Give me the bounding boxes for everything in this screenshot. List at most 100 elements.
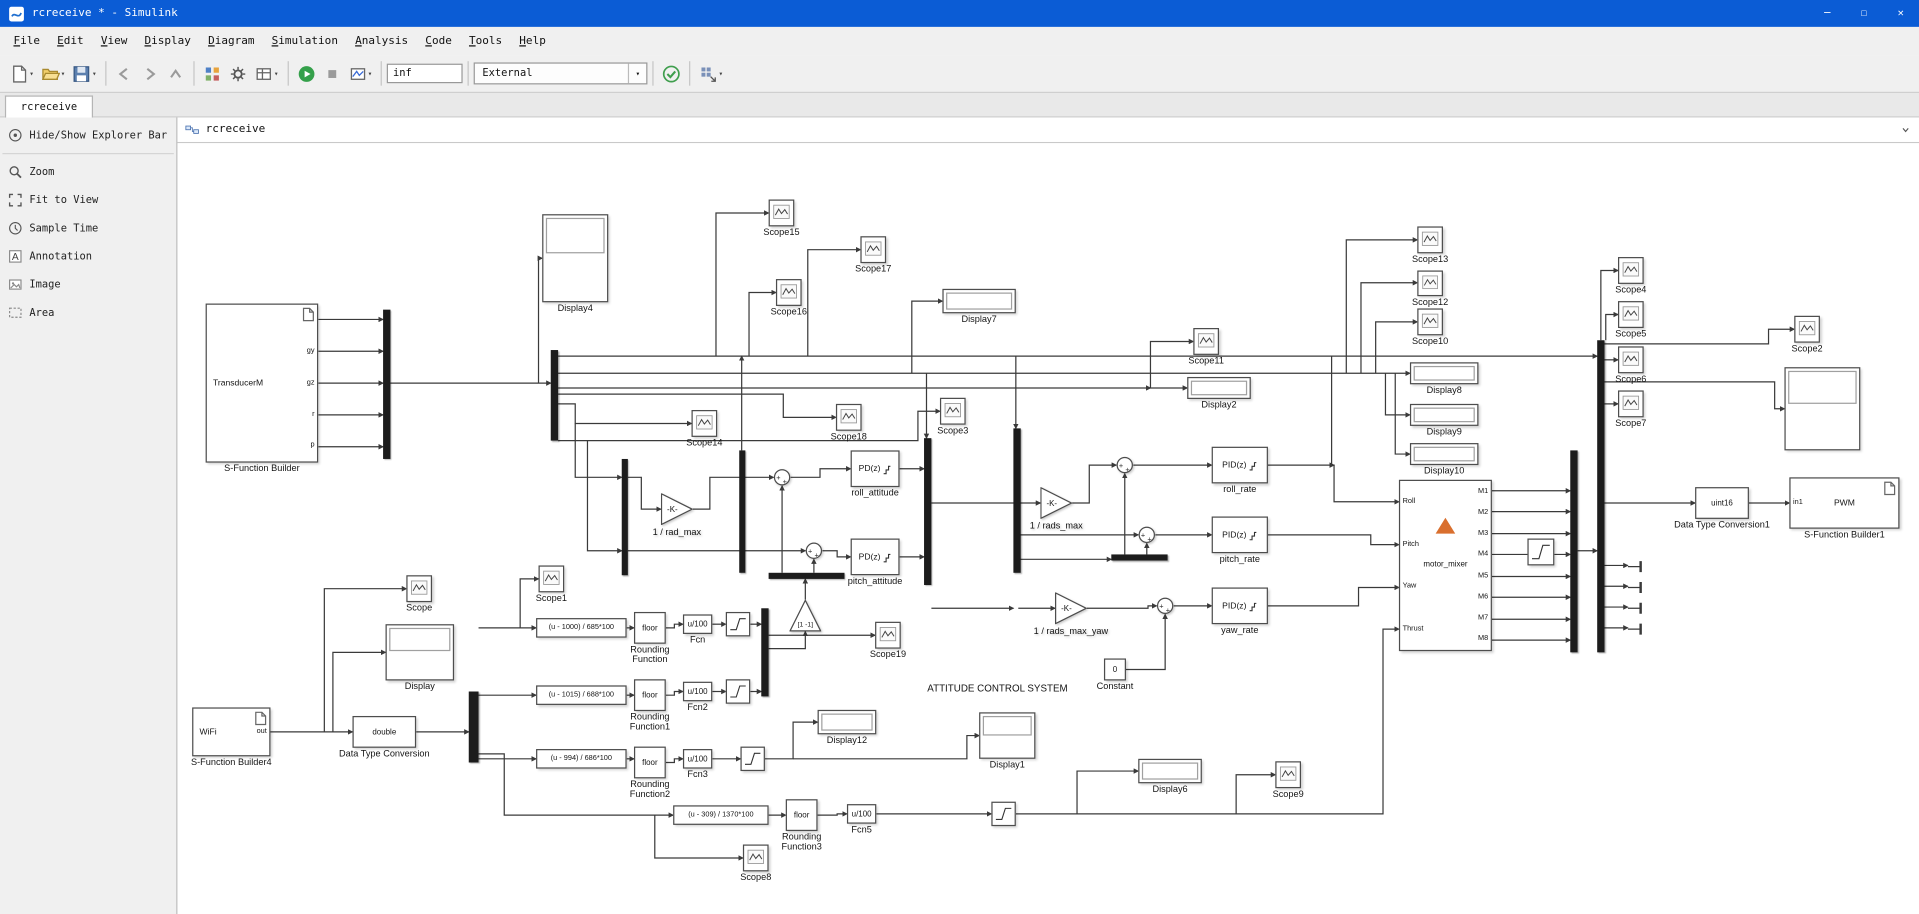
sidebar-item-annotation-tool[interactable]: AAnnotation xyxy=(0,242,176,270)
rounding-function1[interactable]: floorRounding Function1 xyxy=(634,679,666,711)
motor-mixer[interactable]: motor_mixerRollPitchYawThrustM1M2M3M4M5M… xyxy=(1399,480,1492,651)
new-model-button[interactable]: ▾ xyxy=(7,60,36,87)
terminator3[interactable] xyxy=(1628,600,1648,615)
terminator4[interactable] xyxy=(1628,621,1648,636)
sidebar-item-image-tool[interactable]: Image xyxy=(0,270,176,298)
menu-code[interactable]: Code xyxy=(417,35,461,47)
sum-pitch[interactable]: ++ xyxy=(805,542,822,559)
display9[interactable]: Display9 xyxy=(1410,404,1479,426)
sum-yaw[interactable]: ++ xyxy=(1157,597,1174,614)
update-diagram-button[interactable] xyxy=(660,60,683,87)
pd-roll-attitude[interactable]: PD(z)roll_attitude xyxy=(851,450,900,487)
scope9[interactable]: Scope9 xyxy=(1275,761,1301,788)
stop-time-input[interactable]: inf xyxy=(387,64,463,84)
scope6[interactable]: Scope6 xyxy=(1618,346,1644,373)
mux-meas-bar[interactable] xyxy=(739,450,745,572)
scope2[interactable]: Scope2 xyxy=(1794,316,1820,343)
rounding-function3[interactable]: floorRounding Function3 xyxy=(786,799,818,831)
scope[interactable]: Scope xyxy=(406,575,432,602)
gain-rads-max[interactable]: -K-1 / rads_max xyxy=(1040,487,1072,519)
minimize-button[interactable]: ─ xyxy=(1809,0,1846,27)
constant[interactable]: 0Constant xyxy=(1104,658,1126,680)
saturation2[interactable] xyxy=(726,679,750,703)
menu-diagram[interactable]: Diagram xyxy=(199,35,263,47)
scope8[interactable]: Scope8 xyxy=(743,844,769,871)
library-browser-button[interactable] xyxy=(201,60,224,87)
display2[interactable]: Display2 xyxy=(1187,377,1251,399)
bar-att-fb-bar[interactable] xyxy=(769,573,845,579)
scope19[interactable]: Scope19 xyxy=(875,622,901,649)
gain-rads-max-yaw[interactable]: -K-1 / rads_max_yaw xyxy=(1055,592,1087,624)
scope5[interactable]: Scope5 xyxy=(1618,301,1644,328)
wifi[interactable]: WiFioutS-Function Builder4 xyxy=(192,707,270,756)
chevron-down-icon[interactable]: ▾ xyxy=(628,64,646,84)
menu-file[interactable]: File xyxy=(5,35,49,47)
display6[interactable]: Display6 xyxy=(1138,759,1202,783)
menu-analysis[interactable]: Analysis xyxy=(347,35,417,47)
pid-yaw-rate[interactable]: PID(z)yaw_rate xyxy=(1212,587,1268,624)
scope3[interactable]: Scope3 xyxy=(940,398,966,425)
model-canvas[interactable]: TransducerMgygzrpS-Function Builder Displ… xyxy=(177,143,1919,914)
gain-invert[interactable]: [1 -1] xyxy=(789,600,821,632)
fcn5-expr[interactable]: (u - 309) / 1370*100 xyxy=(673,805,768,825)
mux-motors-bar[interactable] xyxy=(1570,450,1577,652)
mux-cmd-bar[interactable] xyxy=(761,608,768,696)
scope13[interactable]: Scope13 xyxy=(1417,226,1443,253)
run-button[interactable] xyxy=(294,60,317,87)
menu-simulation[interactable]: Simulation xyxy=(263,35,346,47)
sidebar-item-zoom-tool[interactable]: Zoom xyxy=(0,158,176,186)
scope11[interactable]: Scope11 xyxy=(1193,328,1219,355)
menu-view[interactable]: View xyxy=(92,35,136,47)
gain-rad-max[interactable]: -K-1 / rad_max xyxy=(661,493,693,525)
signal-table-button[interactable]: ▾ xyxy=(252,60,281,87)
scope12[interactable]: Scope12 xyxy=(1417,270,1443,296)
scope15[interactable]: Scope15 xyxy=(769,199,795,226)
bus-selector-bar[interactable] xyxy=(551,350,558,441)
menu-tools[interactable]: Tools xyxy=(460,35,510,47)
attitude-note[interactable]: ATTITUDE CONTROL SYSTEM xyxy=(922,680,1074,695)
pid-pitch-rate[interactable]: PID(z)pitch_rate xyxy=(1212,516,1268,553)
sim-pace-button[interactable]: ▾ xyxy=(346,60,375,87)
saturation3[interactable] xyxy=(740,747,764,771)
fcn3-expr[interactable]: (u - 994) / 686*100 xyxy=(536,749,627,769)
navigate-back-button[interactable] xyxy=(112,60,135,87)
fcn2-expr[interactable]: (u - 1015) / 688*100 xyxy=(536,685,627,705)
display4[interactable]: Display4 xyxy=(542,214,608,302)
data-type-conversion[interactable]: doubleData Type Conversion xyxy=(352,716,416,748)
maximize-button[interactable]: ☐ xyxy=(1846,0,1883,27)
display12[interactable]: Display12 xyxy=(818,710,877,734)
display5[interactable] xyxy=(1784,367,1860,450)
stop-button[interactable] xyxy=(320,60,343,87)
scope7[interactable]: Scope7 xyxy=(1618,390,1644,417)
display10[interactable]: Display10 xyxy=(1410,443,1479,465)
navigate-up-button[interactable] xyxy=(164,60,187,87)
save-button[interactable]: ▾ xyxy=(70,60,99,87)
display7[interactable]: Display7 xyxy=(942,289,1015,313)
mux-ref-bar[interactable] xyxy=(622,459,628,575)
scope4[interactable]: Scope4 xyxy=(1618,257,1644,284)
data-type-conversion1[interactable]: uint16Data Type Conversion1 xyxy=(1695,487,1749,519)
sidebar-item-explorer-bar-toggle[interactable]: Hide/Show Explorer Bar xyxy=(0,121,176,149)
scope10[interactable]: Scope10 xyxy=(1417,308,1443,335)
sidebar-item-sample-time-tool[interactable]: Sample Time xyxy=(0,214,176,242)
scope1[interactable]: Scope1 xyxy=(539,565,565,592)
menu-help[interactable]: Help xyxy=(511,35,555,47)
pid-roll-rate[interactable]: PID(z)roll_rate xyxy=(1212,447,1268,484)
mux-att-out-bar[interactable] xyxy=(924,438,931,585)
scope14[interactable]: Scope14 xyxy=(692,410,718,437)
fcn3[interactable]: u/100Fcn3 xyxy=(683,749,712,769)
fcn5[interactable]: u/100Fcn5 xyxy=(847,804,876,824)
terminator1[interactable] xyxy=(1628,558,1648,573)
pd-pitch-attitude[interactable]: PD(z)pitch_attitude xyxy=(851,539,900,576)
fcn1-expr[interactable]: (u - 1000) / 685*100 xyxy=(536,618,627,638)
bar-rate-fb-bar[interactable] xyxy=(1111,554,1167,560)
transducerm[interactable]: TransducerMgygzrpS-Function Builder xyxy=(206,304,319,463)
chevron-down-icon[interactable] xyxy=(1899,124,1911,136)
display1[interactable]: Display1 xyxy=(979,712,1035,759)
sum-roll[interactable]: ++ xyxy=(774,469,791,486)
sidebar-item-area-tool[interactable]: Area xyxy=(0,299,176,327)
sidebar-item-fit-to-view-tool[interactable]: Fit to View xyxy=(0,186,176,214)
pwm[interactable]: PWMin1S-Function Builder1 xyxy=(1789,477,1899,528)
menu-edit[interactable]: Edit xyxy=(49,35,93,47)
saturation1[interactable] xyxy=(726,612,750,636)
